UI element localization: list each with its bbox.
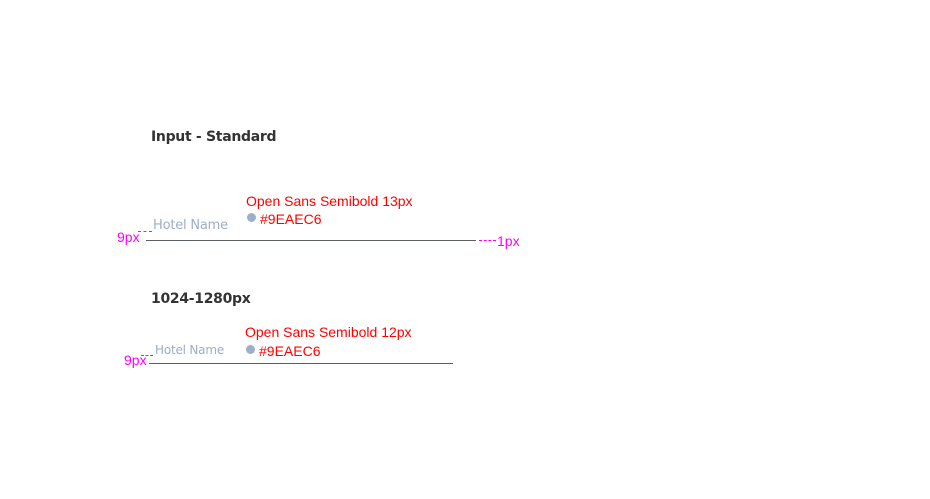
standard-heading: Input - Standard <box>151 129 277 145</box>
standard-font-spec: Open Sans Semibold 13px <box>246 193 413 209</box>
standard-offset-marker <box>138 231 152 232</box>
small-breakpoint-heading: 1024-1280px <box>151 291 251 307</box>
input-underline <box>146 240 476 241</box>
small-offset-marker <box>141 355 153 356</box>
standard-offset-label: 9px <box>117 229 140 245</box>
border-measure-marker <box>479 240 496 241</box>
hotel-name-input-standard[interactable]: Hotel Name <box>146 214 476 242</box>
hotel-name-input-small[interactable]: Hotel Name <box>149 340 453 365</box>
small-font-spec: Open Sans Semibold 12px <box>245 324 412 340</box>
border-width-label: 1px <box>497 233 520 249</box>
input-underline-small <box>149 363 453 364</box>
hotel-name-placeholder-small: Hotel Name <box>155 343 225 357</box>
hotel-name-placeholder: Hotel Name <box>153 218 228 233</box>
